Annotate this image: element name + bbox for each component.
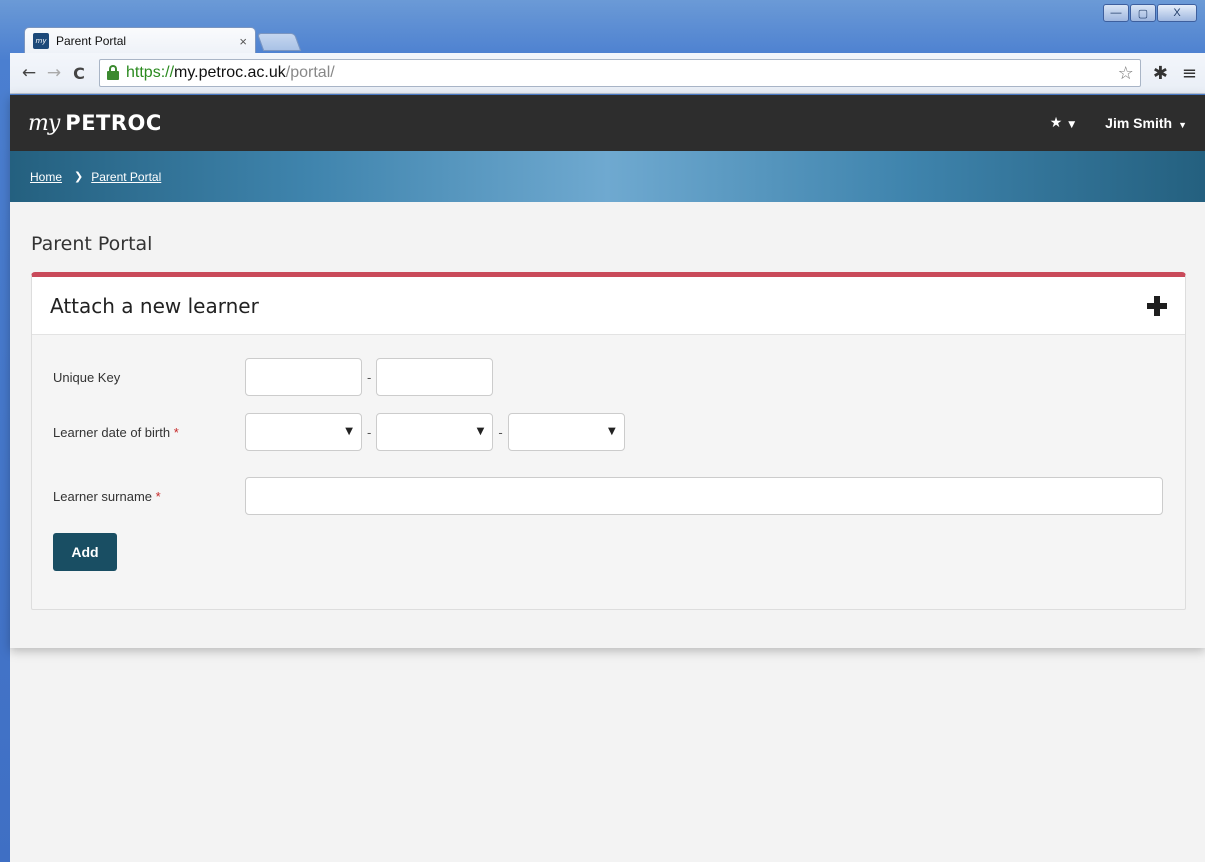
breadcrumb-parent-portal[interactable]: Parent Portal <box>91 170 161 184</box>
dob-label-text: Learner date of birth <box>53 424 171 440</box>
back-arrow-icon[interactable]: ← <box>18 62 40 84</box>
user-menu[interactable]: Jim Smith ▼ <box>1105 115 1187 131</box>
reload-icon[interactable]: C <box>68 62 90 84</box>
unique-key-input-1[interactable] <box>245 358 362 396</box>
minimize-button[interactable]: — <box>1103 4 1129 22</box>
attach-learner-panel: Attach a new learner Unique Key - Learne… <box>31 272 1186 610</box>
site-header: my PETROC ★ ▼ Jim Smith ▼ <box>10 95 1205 151</box>
forward-arrow-icon[interactable]: → <box>43 62 65 84</box>
caret-down-icon: ▼ <box>1178 120 1187 130</box>
plus-icon[interactable] <box>1147 295 1167 316</box>
dob-year-select[interactable]: ▼ <box>507 413 625 451</box>
panel-header: Attach a new learner <box>32 277 1185 335</box>
surname-label-text: Learner surname <box>53 488 152 504</box>
browser-window: my Parent Portal × — ▢ X ← → C https://m… <box>0 0 1205 862</box>
dob-label: Learner date of birth * <box>53 425 245 440</box>
unique-key-row: Unique Key - <box>53 358 494 396</box>
dob-month-select[interactable]: ▼ <box>376 413 494 451</box>
gear-icon[interactable]: ✱ <box>1153 63 1168 84</box>
page-viewport: my PETROC ★ ▼ Jim Smith ▼ Home ❯ Parent Po… <box>10 95 1205 862</box>
favicon-icon: my <box>33 33 49 49</box>
toolbar-right: ✱ ≡ <box>1153 63 1197 84</box>
favorites-menu[interactable]: ★ ▼ <box>1050 115 1075 131</box>
caret-down-icon: ▼ <box>1068 120 1076 130</box>
lock-icon <box>106 65 120 81</box>
dropdown-arrow-icon: ▼ <box>345 426 353 437</box>
page-content: my PETROC ★ ▼ Jim Smith ▼ Home ❯ Parent Po… <box>10 95 1205 648</box>
user-name: Jim Smith <box>1105 115 1173 131</box>
unique-key-label: Unique Key <box>53 369 121 385</box>
mypetroc-logo[interactable]: my PETROC <box>28 111 162 136</box>
surname-input[interactable] <box>245 477 1163 515</box>
address-bar[interactable]: https://my.petroc.ac.uk/portal/ ☆ <box>99 59 1141 87</box>
chevron-right-icon: ❯ <box>74 170 84 183</box>
panel-title: Attach a new learner <box>50 293 259 318</box>
tab-title: Parent Portal <box>56 34 127 48</box>
dob-separator: - <box>367 424 372 440</box>
dob-day-select[interactable]: ▼ <box>245 413 362 451</box>
dropdown-arrow-icon: ▼ <box>476 426 485 437</box>
required-mark: * <box>173 424 179 440</box>
logo-my: my <box>28 110 60 136</box>
url-host: my.petroc.ac.uk <box>174 64 286 81</box>
close-window-button[interactable]: X <box>1157 4 1197 22</box>
breadcrumb: Home ❯ Parent Portal <box>10 151 1205 202</box>
menu-icon[interactable]: ≡ <box>1182 63 1197 84</box>
header-menus: ★ ▼ Jim Smith ▼ <box>1050 115 1187 131</box>
logo-petroc: PETROC <box>65 110 162 135</box>
surname-row: Learner surname * <box>53 477 1163 515</box>
url-text[interactable]: https://my.petroc.ac.uk/portal/ <box>126 64 335 82</box>
browser-toolbar: ← → C https://my.petroc.ac.uk/portal/ ☆ … <box>10 53 1205 94</box>
maximize-button[interactable]: ▢ <box>1130 4 1156 22</box>
dropdown-arrow-icon: ▼ <box>607 426 616 437</box>
unique-key-input-2[interactable] <box>376 358 494 396</box>
add-button[interactable]: Add <box>53 533 117 571</box>
tab-close-icon[interactable]: × <box>239 34 247 49</box>
url-scheme: https:// <box>126 64 175 81</box>
browser-tab[interactable]: my Parent Portal × <box>24 27 256 54</box>
new-tab-button[interactable] <box>256 33 302 51</box>
window-inner: my Parent Portal × — ▢ X ← → C https://m… <box>10 0 1205 862</box>
key-separator: - <box>367 369 372 385</box>
window-controls: — ▢ X <box>1103 4 1197 22</box>
title-bar: my Parent Portal × — ▢ X <box>10 0 1205 54</box>
star-icon: ★ <box>1049 115 1063 131</box>
dob-row: Learner date of birth * ▼ - ▼ - ▼ <box>53 413 625 451</box>
required-mark: * <box>155 488 161 504</box>
page-title: Parent Portal <box>31 233 153 255</box>
surname-label: Learner surname * <box>53 489 245 504</box>
bookmark-star-icon[interactable]: ☆ <box>1118 63 1134 84</box>
breadcrumb-home[interactable]: Home <box>30 170 62 184</box>
url-path: /portal/ <box>285 64 335 81</box>
dob-separator: - <box>498 424 503 440</box>
